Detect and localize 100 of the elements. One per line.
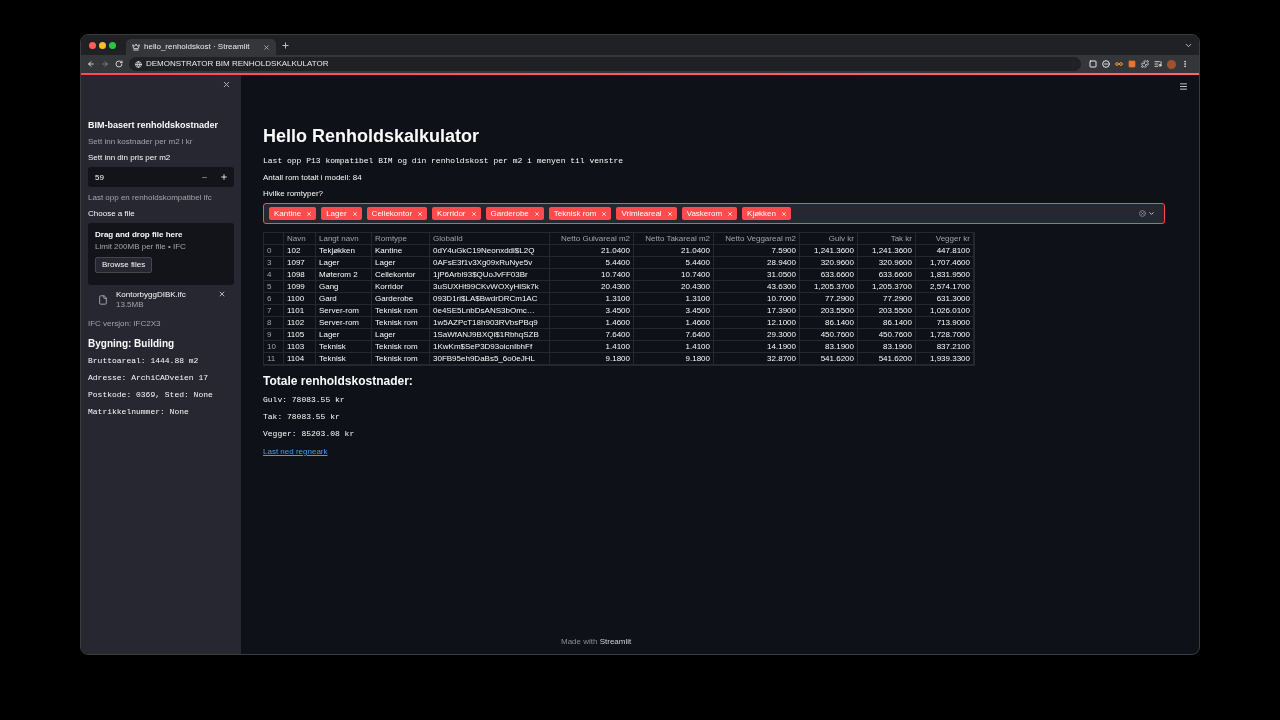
column-header[interactable]: Netto Takareal m2 — [645, 233, 710, 244]
row-index: 6 — [267, 293, 272, 304]
puzzle-icon[interactable] — [1141, 60, 1149, 68]
table-cell: 1,026.0100 — [929, 305, 970, 316]
more-icon[interactable] — [1181, 60, 1189, 68]
table-cell: 1098 — [287, 269, 305, 280]
table-cell: 1.4100 — [605, 341, 630, 352]
table-cell: Lager — [319, 329, 340, 340]
column-header[interactable]: Netto Veggareal m2 — [725, 233, 796, 244]
table-cell: 10.7000 — [767, 293, 796, 304]
table-cell: 5.4400 — [605, 257, 630, 268]
browse-files-button[interactable]: Browse files — [95, 257, 153, 273]
column-header[interactable]: Gulv kr — [828, 233, 854, 244]
table-cell: 14.1900 — [767, 341, 796, 352]
table-cell: 1.4600 — [605, 317, 630, 328]
circle-minus-icon[interactable] — [1102, 60, 1110, 68]
room-type-label: Hvilke romtyper? — [263, 189, 323, 199]
file-dropzone[interactable]: Drag and drop file here Limit 200MB per file • IFC Browse files — [88, 223, 234, 285]
table-cell: 1102 — [287, 317, 305, 328]
table-cell: 0e4SE5LnbDsANS3bOmc… — [433, 305, 535, 316]
total-line: Gulv: 78083.55 kr — [263, 395, 345, 405]
window-close-icon[interactable] — [89, 41, 96, 49]
table-cell: 1103 — [287, 341, 305, 352]
table-cell: Lager — [319, 257, 340, 268]
table-cell: 1,205.3700 — [871, 281, 912, 292]
price-input[interactable]: 59 — [88, 167, 194, 187]
upload-caption: Last opp en renholdskompatibel ifc — [88, 193, 213, 203]
table-cell: 5.4400 — [685, 257, 710, 268]
column-header[interactable]: Romtype — [375, 233, 407, 244]
table-cell: Teknisk — [319, 341, 346, 352]
table-cell: Gard — [319, 293, 337, 304]
file-size: 13.5MB — [116, 300, 145, 310]
new-tab-icon[interactable] — [281, 40, 290, 50]
column-header[interactable]: Tak kr — [890, 233, 912, 244]
table-cell: 10.7400 — [681, 269, 710, 280]
table-cell: 0dY4uGkC19Neonxddi$L2Q — [433, 245, 535, 256]
building-detail: Postkode: 0369, Sted: None — [88, 390, 214, 400]
table-cell: Server-rom — [319, 317, 359, 328]
table-cell: 77.2900 — [825, 293, 854, 304]
table-cell: 1099 — [287, 281, 305, 292]
table-cell: 77.2900 — [883, 293, 912, 304]
table-cell: 1105 — [287, 329, 305, 340]
building-detail: Bruttoareal: 1444.88 m2 — [88, 356, 200, 366]
column-header[interactable]: Navn — [287, 233, 306, 244]
table-cell: 447.8100 — [936, 245, 970, 256]
table-cell: 86.1400 — [883, 317, 912, 328]
uploader-label: Choose a file — [88, 209, 136, 219]
table-cell: 1,831.9500 — [929, 269, 970, 280]
table-cell: 9.1800 — [685, 353, 710, 364]
column-header[interactable]: GlobalId — [433, 233, 463, 244]
window-minimize-icon[interactable] — [99, 41, 106, 49]
browser-tab[interactable]: hello_renholdskost · Streamlit — [126, 39, 276, 55]
window-maximize-icon[interactable] — [109, 41, 116, 49]
row-index: 8 — [267, 317, 272, 328]
forward-icon[interactable] — [101, 60, 109, 68]
file-name: KontorbyggDIBK.ifc — [116, 290, 186, 300]
table-cell: Tekjøkken — [319, 245, 355, 256]
back-icon[interactable] — [87, 60, 95, 68]
globe-icon — [135, 60, 142, 68]
close-icon[interactable] — [263, 43, 270, 51]
price-label: Sett inn din pris per m2 — [88, 153, 172, 163]
table-cell: 7.6400 — [605, 329, 630, 340]
table-cell: Gang — [319, 281, 339, 292]
column-header[interactable]: Langt navn — [319, 233, 359, 244]
address-bar[interactable]: DEMONSTRATOR BIM RENHOLDSKALKULATOR — [129, 57, 1081, 71]
table-cell: Korridor — [375, 281, 404, 292]
column-header[interactable]: Vegger kr — [935, 233, 970, 244]
file-icon — [98, 295, 108, 305]
column-header[interactable]: Netto Gulvareal m2 — [561, 233, 630, 244]
table-cell: 0AFsE3f1v3Xg09xRuNye5v — [433, 257, 533, 268]
table-cell: 093D1ri$LA$BwdrDRCm1AC — [433, 293, 538, 304]
close-icon[interactable] — [222, 79, 231, 89]
table-cell: Møterom 2 — [319, 269, 358, 280]
table-cell: Kantine — [375, 245, 403, 256]
table-cell: 29.3000 — [767, 329, 796, 340]
table-cell: 633.6600 — [878, 269, 912, 280]
remove-file-icon[interactable] — [218, 290, 226, 298]
room-count-text: Antall rom totalt i modell: 84 — [263, 173, 362, 183]
total-line: Tak: 78083.55 kr — [263, 412, 340, 422]
table-cell: 20.4300 — [601, 281, 630, 292]
sidebar-title: BIM-basert renholdskostnader — [88, 119, 220, 131]
infinity-icon[interactable] — [1115, 60, 1123, 68]
list-icon[interactable] — [1154, 60, 1162, 68]
sidebar-caption: Sett inn kostnader per m2 i kr — [88, 137, 194, 147]
table-cell: 7.6400 — [685, 329, 710, 340]
menu-icon[interactable] — [1179, 81, 1188, 91]
table-cell: 541.6200 — [878, 353, 912, 364]
square-icon[interactable] — [1128, 60, 1136, 68]
table-cell: 631.3000 — [936, 293, 970, 304]
clear-icon[interactable] — [1139, 210, 1146, 217]
download-link[interactable]: Last ned regneark — [263, 447, 328, 457]
table-cell: 1w5AZPcT18h903RVbsPBq9 — [433, 317, 538, 328]
table-cell: 21.0400 — [601, 245, 630, 256]
reload-icon[interactable] — [115, 60, 123, 68]
table-cell: 1.4100 — [685, 341, 710, 352]
table-cell: 12.1000 — [767, 317, 796, 328]
increment-button[interactable] — [214, 167, 234, 187]
plus-icon — [220, 173, 228, 181]
row-index: 4 — [267, 269, 272, 280]
chevron-down-icon[interactable] — [1148, 210, 1155, 217]
